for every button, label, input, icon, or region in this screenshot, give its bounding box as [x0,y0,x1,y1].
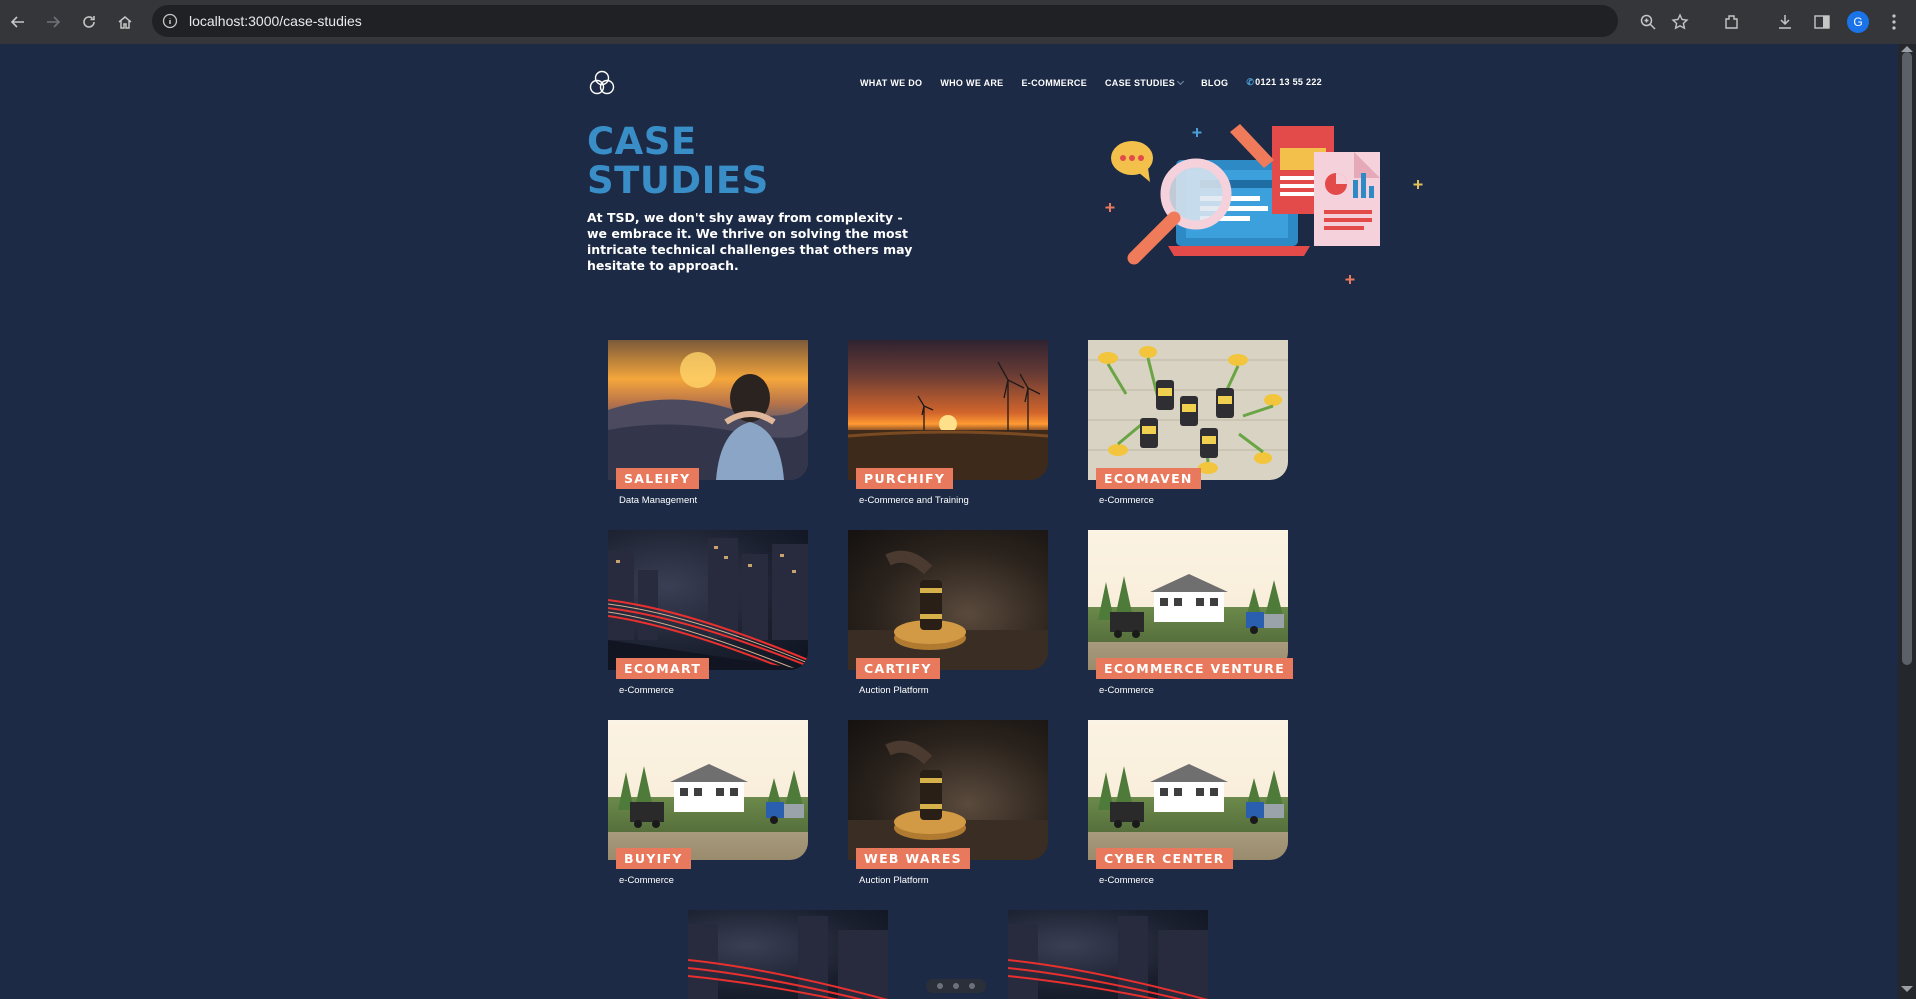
case-category: e-Commerce [1099,875,1154,886]
case-category: e-Commerce [1099,685,1154,696]
case-image-wind-turbines [848,340,1048,480]
case-title-badge: CYBER CENTER [1096,848,1233,869]
case-image-farm-illustration [1088,720,1288,860]
scrollbar-thumb[interactable] [1902,52,1912,665]
page-title: CASE STUDIES [587,122,769,200]
extensions-icon[interactable] [1721,11,1743,33]
zoom-icon[interactable] [1639,13,1657,31]
case-category: Auction Platform [859,875,929,886]
phone-icon: ✆ [1246,77,1255,87]
nav-e-commerce[interactable]: E-COMMERCE [1022,78,1088,88]
case-image-flowers-products [1088,340,1288,480]
menu-dots-icon[interactable] [1883,11,1905,33]
site-logo-icon[interactable] [587,68,617,98]
url-text: localhost:3000/case-studies [189,13,362,29]
phone-number: 0121 13 55 222 [1255,77,1322,87]
toolbar-dot[interactable] [937,983,943,989]
case-image-farm-illustration [608,720,808,860]
scroll-down-arrow-icon[interactable] [1901,986,1913,992]
case-image-gavel [848,720,1048,860]
bookmark-star-icon[interactable] [1671,13,1689,31]
home-icon[interactable] [113,10,137,34]
reload-icon[interactable] [77,10,101,34]
case-card-partial[interactable] [688,910,888,999]
hero-illustration [1100,118,1430,293]
case-title-badge: BUYIFY [616,848,691,869]
site-info-icon[interactable] [162,13,178,29]
main-nav: WHAT WE DO WHO WE ARE E-COMMERCE CASE ST… [860,77,1322,88]
page-title-line1: CASE [587,120,697,163]
nav-what-we-do[interactable]: WHAT WE DO [860,78,922,88]
case-image-gavel [848,530,1048,670]
nav-blog[interactable]: BLOG [1201,78,1228,88]
case-image-city-lights [608,530,808,670]
download-icon[interactable] [1774,11,1796,33]
profile-avatar[interactable]: G [1847,11,1869,33]
case-category: e-Commerce and Training [859,495,969,506]
floating-toolbar[interactable] [926,979,986,993]
case-category: Data Management [619,495,698,506]
nav-who-we-are[interactable]: WHO WE ARE [940,78,1003,88]
toolbar-dot[interactable] [953,983,959,989]
case-title-badge: ECOMAVEN [1096,468,1201,489]
case-title-badge: ECOMART [616,658,710,679]
case-category: e-Commerce [619,875,674,886]
case-title-badge: WEB WARES [856,848,970,869]
page-title-line2: STUDIES [587,159,769,202]
case-category: Auction Platform [859,685,929,696]
address-bar[interactable]: localhost:3000/case-studies [152,5,1689,37]
case-title-badge: SALEIFY [616,468,699,489]
toolbar-dot[interactable] [969,983,975,989]
back-icon[interactable] [6,10,30,34]
side-panel-icon[interactable] [1811,11,1833,33]
case-image-sunset-person [608,340,808,480]
case-category: e-Commerce [1099,495,1154,506]
case-title-badge: CARTIFY [856,658,940,679]
hero-subtitle: At TSD, we don't shy away from complexit… [587,210,913,273]
nav-phone[interactable]: ✆0121 13 55 222 [1246,77,1322,88]
nav-case-studies[interactable]: CASE STUDIES [1105,77,1185,88]
case-image-farm-illustration [1088,530,1288,670]
browser-toolbar: localhost:3000/case-studies G [0,0,1916,44]
nav-case-studies-label: CASE STUDIES [1105,77,1176,88]
case-title-badge: ECOMMERCE VENTURE [1096,658,1294,679]
case-category: e-Commerce [619,685,674,696]
forward-icon[interactable] [41,10,65,34]
case-card-partial[interactable] [1008,910,1208,999]
chevron-down-icon [1177,77,1185,85]
case-title-badge: PURCHIFY [856,468,954,489]
